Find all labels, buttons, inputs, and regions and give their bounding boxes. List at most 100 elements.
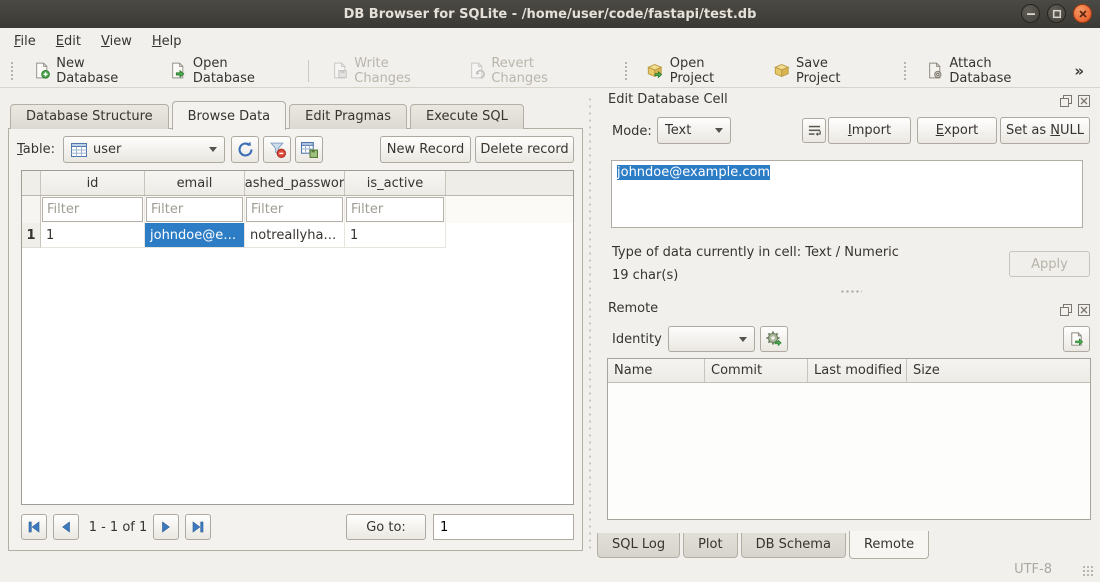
tab-sql-log[interactable]: SQL Log	[597, 533, 680, 558]
word-wrap-icon	[807, 123, 822, 138]
save-project-button[interactable]: Save Project	[766, 52, 878, 90]
filter-input-hashed-password[interactable]	[246, 197, 343, 222]
cell-editor[interactable]: johndoe@example.com	[611, 160, 1083, 228]
column-header-size[interactable]: Size	[907, 359, 1090, 382]
next-record-button[interactable]	[153, 514, 179, 540]
cell-hashed-password[interactable]: notreallyha…	[245, 223, 345, 248]
write-changes-icon	[331, 61, 349, 80]
export-button[interactable]: Export	[917, 117, 997, 144]
toolbar-overflow-button[interactable]: »	[1062, 62, 1096, 80]
identity-select[interactable]	[668, 326, 755, 352]
refresh-button[interactable]	[231, 136, 259, 163]
open-database-button[interactable]: Open Database	[162, 52, 293, 90]
float-icon	[1060, 95, 1072, 107]
table-select[interactable]: user	[63, 136, 225, 163]
cell-is-active[interactable]: 1	[345, 223, 446, 248]
cell-email-selected[interactable]: johndoe@e…	[145, 223, 245, 248]
open-project-button[interactable]: Open Project	[639, 52, 753, 90]
table-icon	[71, 143, 87, 157]
close-icon	[1078, 95, 1090, 107]
revert-changes-icon	[468, 61, 486, 80]
data-grid: id email ashed_passwor is_active 1 1 joh…	[21, 170, 574, 505]
column-header-is-active[interactable]: is_active	[345, 171, 446, 195]
filter-input-email[interactable]	[146, 197, 243, 222]
tab-database-structure[interactable]: Database Structure	[10, 104, 169, 129]
revert-changes-button[interactable]: Revert Changes	[461, 52, 594, 90]
statusbar: UTF-8	[0, 558, 1100, 582]
tab-edit-pragmas[interactable]: Edit Pragmas	[289, 104, 407, 129]
toolbar-separator	[308, 60, 309, 82]
main-tab-bar: Database Structure Browse Data Edit Prag…	[10, 100, 527, 129]
chevron-down-icon	[209, 147, 217, 152]
clear-filters-button[interactable]	[263, 136, 291, 163]
new-database-button[interactable]: New Database	[26, 52, 151, 90]
float-dock-button[interactable]	[1059, 94, 1073, 107]
toolbar-handle[interactable]	[10, 61, 14, 81]
apply-button[interactable]: Apply	[1009, 251, 1090, 277]
column-header-commit[interactable]: Commit	[705, 359, 808, 382]
toolbar-handle[interactable]	[624, 61, 628, 81]
close-button[interactable]	[1073, 4, 1092, 23]
column-header-hashed-password[interactable]: ashed_passwor	[245, 171, 345, 195]
last-record-button[interactable]	[185, 514, 211, 540]
mode-select[interactable]: Text	[657, 117, 731, 144]
remote-dock-title: Remote	[608, 301, 658, 316]
goto-input[interactable]	[433, 514, 574, 540]
main-toolbar: New Database Open Database Write Changes	[0, 54, 1100, 88]
open-database-icon	[169, 61, 187, 80]
set-as-null-button[interactable]: Set as NULL	[1000, 117, 1090, 144]
chevron-down-icon	[715, 128, 723, 133]
tab-remote[interactable]: Remote	[849, 531, 929, 559]
gear-icon	[765, 330, 783, 348]
menu-file[interactable]: File	[4, 30, 46, 53]
grid-corner[interactable]	[22, 171, 41, 195]
column-header-name[interactable]: Name	[608, 359, 705, 382]
filter-input-is-active[interactable]	[346, 197, 444, 222]
toolbar-handle[interactable]	[903, 61, 907, 81]
previous-record-button[interactable]	[53, 514, 79, 540]
push-local-copy-button[interactable]	[1063, 326, 1090, 352]
mode-label: Mode:	[612, 124, 652, 139]
write-changes-button[interactable]: Write Changes	[324, 52, 449, 90]
delete-record-button[interactable]: Delete record	[475, 136, 574, 163]
import-button[interactable]: Import	[828, 117, 911, 144]
new-record-button[interactable]: New Record	[380, 136, 471, 163]
filter-input-id[interactable]	[42, 197, 143, 222]
chevron-down-icon	[739, 337, 747, 342]
titlebar[interactable]: DB Browser for SQLite - /home/user/code/…	[0, 0, 1100, 28]
goto-button[interactable]: Go to:	[346, 514, 426, 540]
column-header-id[interactable]: id	[41, 171, 145, 195]
cell-size-info: 19 char(s)	[612, 268, 678, 283]
cell-id[interactable]: 1	[41, 223, 145, 248]
float-dock-button[interactable]	[1059, 303, 1073, 316]
minimize-button[interactable]	[1021, 4, 1040, 23]
maximize-button[interactable]	[1047, 4, 1066, 23]
tab-execute-sql[interactable]: Execute SQL	[410, 104, 524, 129]
close-dock-button[interactable]	[1077, 303, 1091, 316]
dock-splitter-vertical[interactable]	[588, 96, 592, 552]
attach-database-button[interactable]: Attach Database	[919, 52, 1056, 90]
close-dock-button[interactable]	[1077, 94, 1091, 107]
tab-browse-data[interactable]: Browse Data	[172, 101, 287, 130]
row-number[interactable]: 1	[22, 223, 41, 248]
identity-settings-button[interactable]	[760, 326, 788, 352]
menu-help[interactable]: Help	[142, 30, 192, 53]
tab-plot[interactable]: Plot	[683, 533, 738, 558]
table-label: Table:	[17, 142, 55, 157]
document-push-icon	[1068, 331, 1085, 348]
menu-edit[interactable]: Edit	[46, 30, 91, 53]
column-header-email[interactable]: email	[145, 171, 245, 195]
resize-grip[interactable]	[1082, 565, 1094, 577]
float-icon	[1060, 304, 1072, 316]
word-wrap-button[interactable]	[802, 118, 826, 143]
tab-db-schema[interactable]: DB Schema	[741, 533, 846, 558]
table-select-value: user	[93, 142, 121, 157]
menu-view[interactable]: View	[91, 30, 142, 53]
save-table-button[interactable]	[295, 136, 323, 163]
column-header-last-modified[interactable]: Last modified	[808, 359, 907, 382]
dock-splitter-horizontal[interactable]	[840, 289, 862, 294]
clear-filters-icon	[269, 141, 286, 158]
browse-data-pane: Table: user	[8, 128, 583, 551]
bottom-tab-bar: SQL Log Plot DB Schema Remote	[597, 533, 932, 560]
first-record-button[interactable]	[21, 514, 47, 540]
